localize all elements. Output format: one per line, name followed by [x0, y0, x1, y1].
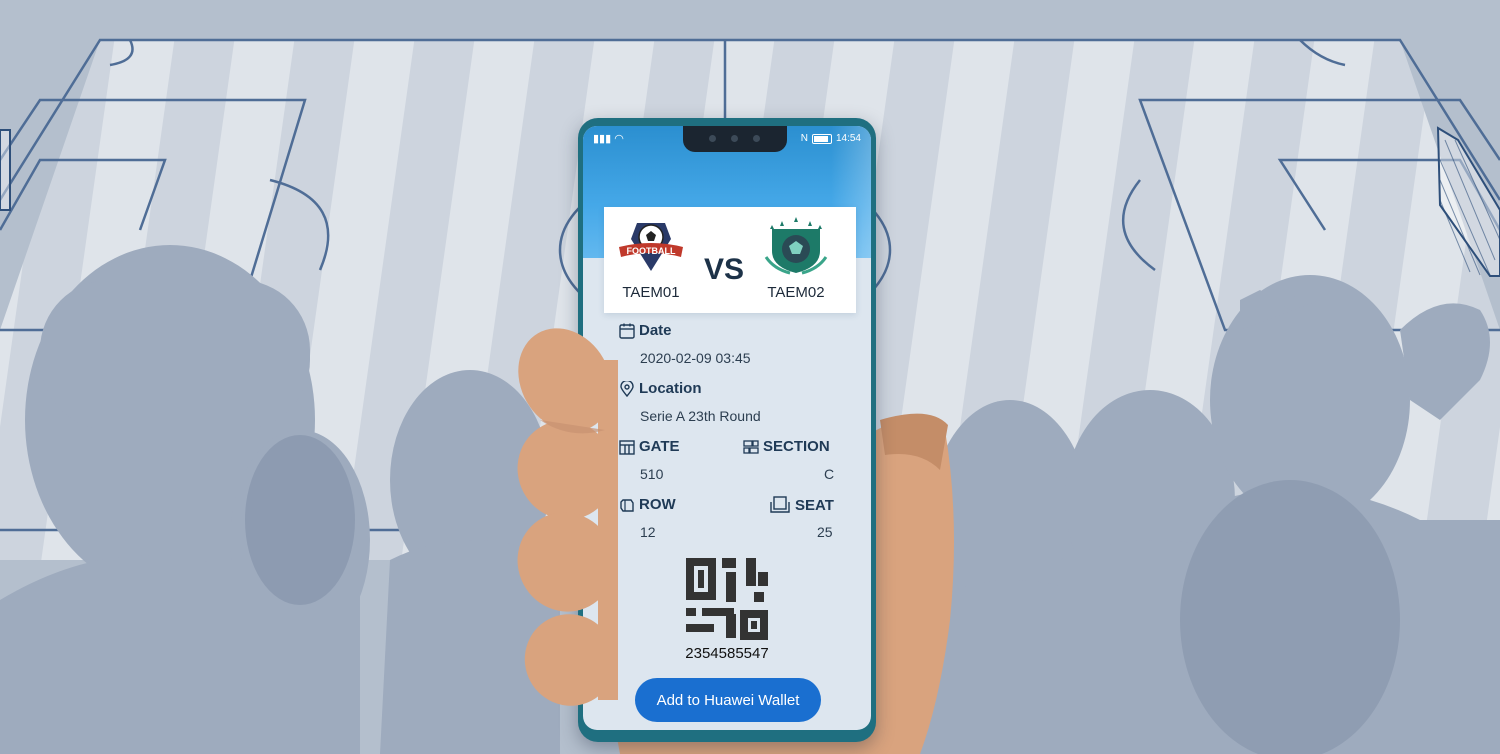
camera-icon — [731, 135, 738, 142]
location-value: Serie A 23th Round — [640, 408, 761, 424]
camera-notch — [683, 126, 787, 152]
phone-screen: ▮▮▮ ◠ N 14:54 FOOTBALL TAEM01 VS TAEM02 … — [583, 126, 871, 730]
seat-row: SEAT — [769, 496, 834, 514]
gate-icon — [619, 439, 635, 455]
qr-code-icon — [686, 558, 768, 640]
date-value: 2020-02-09 03:45 — [640, 350, 751, 366]
seat-value: 25 — [817, 524, 833, 540]
calendar-icon — [619, 323, 635, 339]
date-label: Date — [639, 322, 672, 339]
signal-wifi-icon: ▮▮▮ ◠ — [593, 133, 624, 145]
vs-label: VS — [704, 253, 745, 286]
gate-value: 510 — [640, 466, 664, 482]
status-time: 14:54 — [835, 133, 861, 144]
badge-text: FOOTBALL — [627, 246, 676, 256]
nfc-icon: N — [800, 133, 808, 144]
row-row: ROW — [619, 496, 676, 513]
phone: ▮▮▮ ◠ N 14:54 FOOTBALL TAEM01 VS TAEM02 … — [578, 118, 876, 742]
soccer-crest-icon — [764, 217, 828, 275]
row-label: ROW — [639, 496, 676, 513]
location-label: Location — [639, 380, 702, 397]
location-pin-icon — [620, 380, 634, 397]
section-value: C — [824, 466, 835, 482]
row-icon — [620, 498, 634, 512]
ticket-number: 2354585547 — [685, 645, 769, 662]
team-home: FOOTBALL TAEM01 — [606, 217, 696, 301]
section-label: SECTION — [763, 438, 830, 455]
football-badge-icon: FOOTBALL — [619, 223, 683, 271]
location-row: Location — [619, 380, 702, 397]
row-value: 12 — [640, 524, 656, 540]
team2-name: TAEM02 — [767, 284, 825, 301]
battery-icon — [811, 133, 832, 144]
camera-icon — [753, 135, 760, 142]
seat-icon — [770, 496, 790, 513]
section-grid-icon — [743, 439, 759, 454]
team-away: TAEM02 — [751, 217, 841, 301]
team1-name: TAEM01 — [622, 284, 680, 301]
match-teams-card: FOOTBALL TAEM01 VS TAEM02 — [604, 207, 856, 313]
add-to-wallet-button[interactable]: Add to Huawei Wallet — [635, 678, 821, 722]
gate-row: GATE — [619, 438, 680, 455]
date-row: Date — [619, 322, 672, 339]
camera-icon — [709, 135, 716, 142]
gate-label: GATE — [639, 438, 680, 455]
status-right: N 14:54 — [801, 133, 861, 144]
seat-label: SEAT — [795, 496, 834, 514]
section-row: SECTION — [743, 438, 830, 455]
